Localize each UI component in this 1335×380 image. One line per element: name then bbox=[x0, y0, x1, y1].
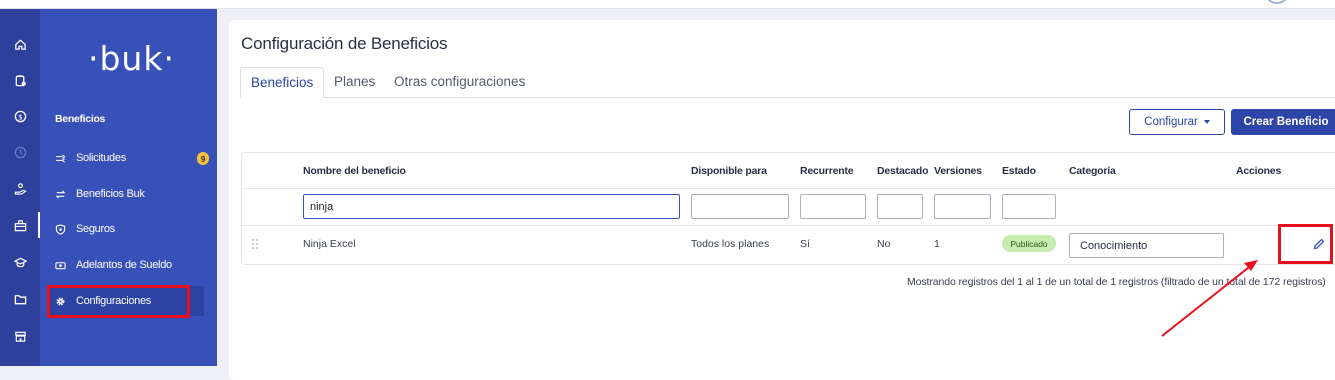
folder-icon[interactable] bbox=[0, 286, 40, 312]
top-bar bbox=[0, 0, 1335, 9]
available-filter-input[interactable] bbox=[691, 194, 789, 219]
svg-text:$: $ bbox=[18, 112, 23, 121]
cell-available: Todos los planes bbox=[691, 238, 770, 250]
drag-handle-icon[interactable] bbox=[252, 239, 260, 249]
column-header: Acciones bbox=[1236, 165, 1282, 177]
sidebar-item-label: Solicitudes bbox=[76, 152, 126, 164]
cell-versions: 1 bbox=[934, 238, 940, 250]
sidebar-item-solicitudes[interactable]: Solicitudes 9 bbox=[55, 143, 209, 173]
dollar-icon[interactable]: $ bbox=[0, 103, 40, 129]
recurrent-filter-input[interactable] bbox=[800, 194, 866, 219]
sidebar-item-adelantos[interactable]: Adelantos de Sueldo bbox=[55, 250, 205, 280]
tab-beneficios[interactable]: Beneficios bbox=[240, 67, 325, 98]
clock-icon[interactable] bbox=[0, 139, 40, 165]
tab-bar: Beneficios Planes Otras configuraciones bbox=[240, 67, 1335, 98]
column-header[interactable]: Nombre del beneficio bbox=[303, 165, 406, 177]
create-benefit-button[interactable]: Crear Beneficio bbox=[1231, 109, 1335, 135]
featured-filter-input[interactable] bbox=[877, 194, 923, 219]
column-header[interactable]: Destacado bbox=[877, 165, 929, 177]
graduation-icon[interactable] bbox=[0, 249, 40, 275]
annotation-arrow bbox=[1161, 260, 1258, 337]
tab-planes[interactable]: Planes bbox=[324, 67, 385, 98]
configure-dropdown-button[interactable]: Configurar bbox=[1129, 109, 1225, 135]
sidebar-item-label: Beneficios Buk bbox=[76, 188, 145, 200]
shield-icon bbox=[55, 223, 66, 235]
highlight-box-configuraciones bbox=[47, 285, 190, 318]
store-icon[interactable] bbox=[0, 323, 40, 349]
icon-rail: $ bbox=[0, 9, 40, 366]
divider bbox=[242, 225, 1335, 226]
caret-down-icon bbox=[1203, 120, 1210, 124]
benefits-table: Nombre del beneficio Disponible para Rec… bbox=[241, 152, 1335, 265]
sidebar-section-title: Beneficios bbox=[55, 113, 106, 125]
highlight-box-edit bbox=[1278, 224, 1333, 264]
hand-icon[interactable] bbox=[0, 175, 40, 201]
versions-filter-input[interactable] bbox=[934, 194, 991, 219]
notification-badge: 9 bbox=[197, 152, 209, 165]
status-badge: Publicado bbox=[1002, 235, 1056, 252]
configure-label: Configurar bbox=[1144, 116, 1198, 128]
column-header[interactable]: Disponible para bbox=[691, 165, 767, 177]
clipboard-icon[interactable] bbox=[0, 67, 40, 93]
cell-recurrent: Sí bbox=[800, 238, 810, 250]
sidebar-item-label: Adelantos de Sueldo bbox=[76, 259, 172, 271]
sidebar-item-beneficios-buk[interactable]: Beneficios Buk bbox=[55, 179, 205, 209]
money-icon bbox=[55, 260, 66, 271]
name-filter-input[interactable] bbox=[303, 194, 680, 219]
home-icon[interactable] bbox=[0, 31, 40, 57]
divider bbox=[242, 188, 1335, 189]
cell-name: Ninja Excel bbox=[303, 238, 356, 250]
swap-icon bbox=[55, 189, 66, 200]
tab-otras-configuraciones[interactable]: Otras configuraciones bbox=[384, 67, 535, 98]
cell-featured: No bbox=[877, 238, 891, 250]
user-avatar[interactable] bbox=[1267, 0, 1287, 4]
status-filter-input[interactable] bbox=[1002, 194, 1056, 219]
column-header[interactable]: Categoría bbox=[1069, 165, 1116, 177]
column-header[interactable]: Estado bbox=[1002, 165, 1036, 177]
column-header[interactable]: Recurrente bbox=[800, 165, 854, 177]
buk-logo: ·buk· bbox=[88, 39, 175, 78]
page-title: Configuración de Beneficios bbox=[241, 34, 448, 53]
column-header[interactable]: Versiones bbox=[934, 165, 982, 177]
requests-icon bbox=[55, 153, 66, 164]
sidebar-item-seguros[interactable]: Seguros bbox=[55, 214, 205, 244]
gift-icon[interactable] bbox=[0, 212, 40, 238]
sidebar-item-label: Seguros bbox=[76, 223, 115, 235]
